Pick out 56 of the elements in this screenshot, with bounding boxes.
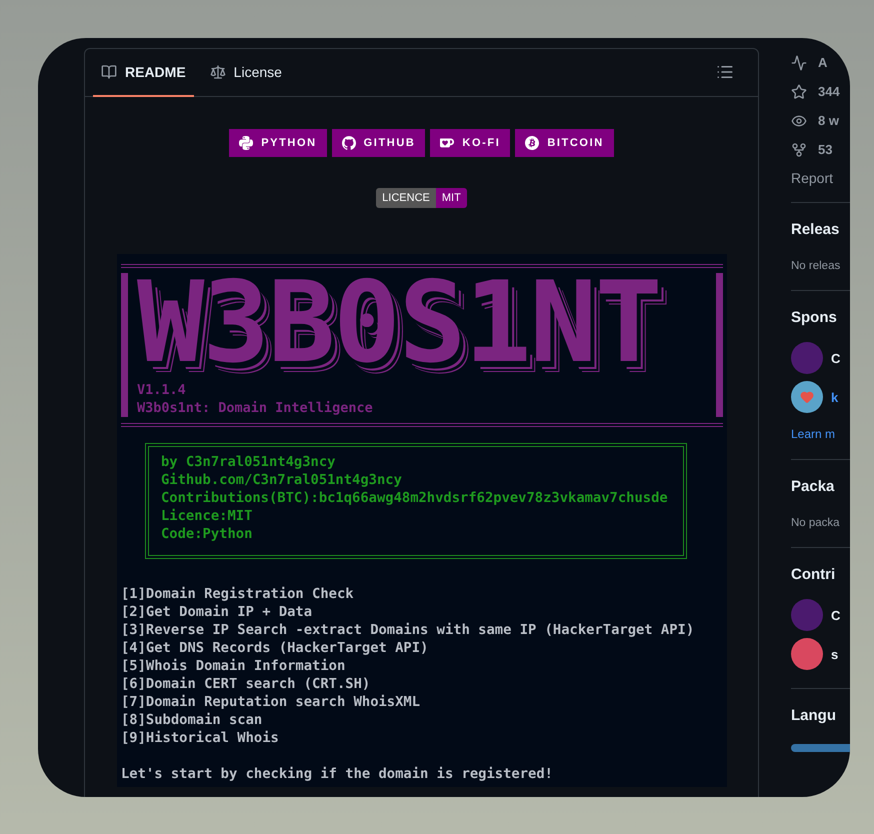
- subtitle-text: W3b0s1nt: Domain Intelligence: [137, 399, 374, 417]
- book-icon: [101, 64, 117, 80]
- stat-text[interactable]: 53: [818, 142, 832, 157]
- star-icon: [791, 84, 807, 100]
- report-link[interactable]: Report: [791, 170, 850, 186]
- menu-option: [3]Reverse IP Search -extract Domains with same IP (HackerTarget API): [121, 621, 723, 639]
- activity-icon: [791, 54, 807, 70]
- prompt-text: Let's start by checking if the domain is registered!: [121, 765, 554, 783]
- python-icon: [239, 136, 254, 150]
- credit-line: Github.com/C3n7ral051nt4g3ncy: [161, 471, 403, 489]
- badge-link[interactable]: PYTHON: [229, 129, 327, 157]
- sponsor-name[interactable]: C: [831, 350, 840, 366]
- menu-option: [4]Get DNS Records (HackerTarget API): [121, 639, 723, 657]
- outline-icon: [716, 63, 734, 81]
- cup-icon: [440, 136, 454, 150]
- sponsor-name[interactable]: k: [831, 390, 838, 404]
- contributor-name[interactable]: C: [831, 608, 840, 622]
- section-heading: Contri: [791, 566, 836, 583]
- credit-line: Contributions(BTC):bc1q66awg48m2hvdsrf62pvev78z3vkamav7chusde: [161, 489, 669, 507]
- stat-text[interactable]: A: [818, 55, 828, 70]
- avatar[interactable]: [791, 638, 823, 670]
- readme-tab[interactable]: License: [202, 49, 290, 97]
- scale-icon: [210, 64, 226, 80]
- stat-text[interactable]: 8 w: [818, 113, 839, 128]
- empty-text: No packa: [791, 517, 841, 529]
- stat-text[interactable]: 344: [818, 84, 840, 99]
- credit-line: Code:Python: [161, 525, 254, 543]
- license-badge-key: LICENCE: [376, 188, 436, 208]
- credit-line: Licence:MIT: [161, 507, 254, 525]
- badge-link[interactable]: BITCOIN: [515, 129, 614, 157]
- readme-tab[interactable]: README: [93, 49, 194, 97]
- empty-text: No releas: [791, 260, 842, 272]
- fork-icon: [791, 142, 807, 158]
- section-heading: Spons: [791, 309, 838, 326]
- license-badge-value: MIT: [436, 188, 467, 208]
- menu-option: [1]Domain Registration Check: [121, 585, 723, 603]
- eye-icon: [791, 112, 807, 128]
- github-icon: [342, 136, 356, 150]
- menu-option: [5]Whois Domain Information: [121, 657, 723, 675]
- badge-link[interactable]: GITHUB: [332, 129, 426, 157]
- badge-link[interactable]: KO-FI: [430, 129, 510, 157]
- version-text: V1.1.4: [137, 381, 187, 399]
- menu-option: [9]Historical Whois: [121, 729, 723, 747]
- credit-line: by C3n7ral051nt4g3ncy: [161, 453, 336, 471]
- contributor-name[interactable]: s: [831, 646, 838, 662]
- mug-avatar[interactable]: [791, 381, 823, 413]
- bitcoin-icon: [525, 136, 540, 150]
- menu-option: [7]Domain Reputation search WhoisXML: [121, 693, 723, 711]
- menu-option: [8]Subdomain scan: [121, 711, 723, 729]
- language-bar: [791, 744, 850, 752]
- menu-option: [2]Get Domain IP + Data: [121, 603, 723, 621]
- menu-option: [6]Domain CERT search (CRT.SH): [121, 675, 723, 693]
- section-heading: Packa: [791, 478, 836, 495]
- section-heading: Langu: [791, 707, 837, 724]
- learn-more-link[interactable]: Learn m: [791, 427, 850, 441]
- section-heading: Releas: [791, 221, 840, 238]
